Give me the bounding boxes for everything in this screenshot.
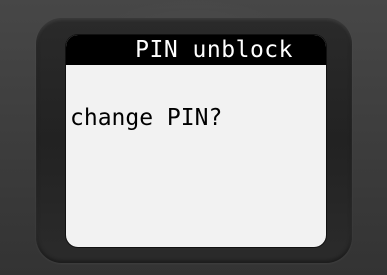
screen-message: change PIN? xyxy=(70,105,223,131)
display-screen: PIN unblock change PIN? xyxy=(66,35,326,247)
screen-title: PIN unblock xyxy=(135,37,293,63)
screen-title-bar: PIN unblock xyxy=(66,35,326,65)
